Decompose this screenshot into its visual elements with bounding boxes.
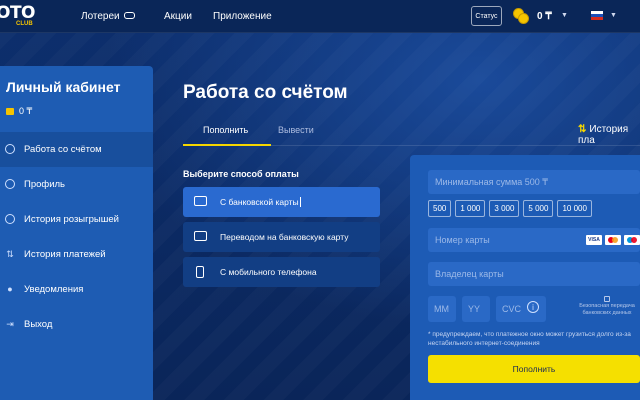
coins-icon	[513, 8, 531, 24]
active-tab-indicator	[183, 144, 271, 146]
page-title: Работа со счётом	[183, 82, 348, 103]
header-balance[interactable]: 0 ₸	[537, 11, 552, 22]
arrows-icon: ⇅	[6, 248, 14, 259]
logo[interactable]: OTO CLUB	[0, 2, 48, 30]
sidebar-balance: 0 ₸	[19, 106, 33, 116]
nav-promotions[interactable]: Акции	[164, 11, 192, 22]
amount-chip[interactable]: 1 000	[455, 200, 486, 217]
sidebar-item-logout[interactable]: ⇥ Выход	[0, 307, 153, 342]
pay-option-label: С банковской карты	[220, 197, 299, 207]
history-link[interactable]: ⇅ История пла	[578, 124, 640, 146]
wallet-icon	[6, 108, 14, 115]
pay-option-label: С мобильного телефона	[220, 267, 317, 277]
user-icon	[5, 179, 15, 189]
nav-app[interactable]: Приложение	[213, 11, 272, 22]
secure-transfer-note: Безопасная передача банковских данных	[567, 296, 640, 317]
phone-icon	[196, 266, 204, 278]
visa-icon: VISA	[586, 235, 602, 245]
maestro-icon	[624, 235, 640, 245]
mastercard-icon	[605, 235, 621, 245]
pay-option-mobile[interactable]: С мобильного телефона	[183, 257, 380, 287]
sidebar-item-account[interactable]: Работа со счётом	[0, 132, 153, 167]
bell-icon: ●	[7, 284, 13, 294]
sidebar-menu: Работа со счётом Профиль История розыгры…	[0, 132, 153, 342]
logo-text: OTO	[0, 3, 36, 23]
sidebar-item-profile[interactable]: Профиль	[0, 167, 153, 202]
logout-icon: ⇥	[6, 318, 14, 329]
payment-form: Минимальная сумма 500 ₸ 500 1 000 3 000 …	[410, 155, 640, 400]
amount-chip[interactable]: 3 000	[489, 200, 520, 217]
lock-icon	[604, 296, 610, 302]
expiry-year-input[interactable]: YY	[462, 296, 490, 322]
sidebar-item-notifications[interactable]: ● Уведомления	[0, 272, 153, 307]
secure-text: Безопасная передача банковских данных	[579, 303, 635, 316]
arrows-icon: ⇅	[578, 124, 587, 135]
tab-deposit[interactable]: Пополнить	[203, 125, 248, 135]
amount-chip[interactable]: 5 000	[523, 200, 554, 217]
deposit-button[interactable]: Пополнить	[428, 355, 640, 383]
card-icon	[194, 196, 207, 206]
sidebar-item-draw-history[interactable]: История розыгрышей	[0, 202, 153, 237]
pay-option-label: Переводом на банковскую карту	[220, 232, 349, 242]
tab-withdraw[interactable]: Вывести	[278, 125, 314, 135]
card-number-input[interactable]: Номер карты VISA	[428, 228, 640, 252]
amount-chips: 500 1 000 3 000 5 000 10 000	[428, 200, 592, 217]
logo-sub: CLUB	[16, 21, 33, 27]
nav-lotteries-label: Лотереи	[81, 11, 120, 22]
amount-input[interactable]: Минимальная сумма 500 ₸	[428, 170, 640, 194]
nav-lotteries[interactable]: Лотереи	[81, 11, 135, 22]
history-icon	[5, 214, 15, 224]
payment-method-heading: Выберите способ оплаты	[183, 169, 299, 179]
transfer-icon	[194, 231, 207, 241]
card-number-placeholder: Номер карты	[435, 235, 490, 245]
language-chevron-icon[interactable]: ▼	[610, 12, 617, 19]
sidebar-item-payment-history[interactable]: ⇅ История платежей	[0, 237, 153, 272]
pay-option-bank-card[interactable]: С банковской карты	[183, 187, 380, 217]
language-flag-icon[interactable]	[591, 11, 603, 20]
wallet-icon	[5, 144, 15, 154]
loading-note: * предупреждаем, что платежное окно може…	[428, 331, 631, 347]
card-holder-input[interactable]: Владелец карты	[428, 262, 640, 286]
amount-chip[interactable]: 500	[428, 200, 452, 217]
chevron-down-icon[interactable]: ▼	[561, 12, 568, 19]
sidebar-item-label: Профиль	[24, 179, 66, 190]
status-button[interactable]: Статус	[471, 6, 502, 26]
expiry-month-input[interactable]: ММ	[428, 296, 456, 322]
sidebar-item-label: Работа со счётом	[24, 144, 102, 155]
sidebar-item-label: История розыгрышей	[24, 214, 119, 225]
sidebar-item-label: История платежей	[24, 249, 106, 260]
sidebar-title: Личный кабинет	[6, 79, 121, 95]
amount-chip[interactable]: 10 000	[557, 200, 592, 217]
gamepad-icon	[123, 12, 135, 19]
info-icon[interactable]: i	[527, 301, 539, 313]
sidebar: Личный кабинет 0 ₸ Работа со счётом Проф…	[0, 66, 153, 400]
tabs: Пополнить Вывести	[183, 116, 640, 146]
card-brands: VISA	[586, 235, 640, 245]
text-cursor	[299, 197, 301, 207]
sidebar-item-label: Уведомления	[24, 284, 84, 295]
sidebar-item-label: Выход	[24, 319, 53, 330]
pay-option-transfer[interactable]: Переводом на банковскую карту	[183, 222, 380, 252]
top-header: OTO CLUB Лотереи Акции Приложение Статус…	[0, 0, 640, 33]
